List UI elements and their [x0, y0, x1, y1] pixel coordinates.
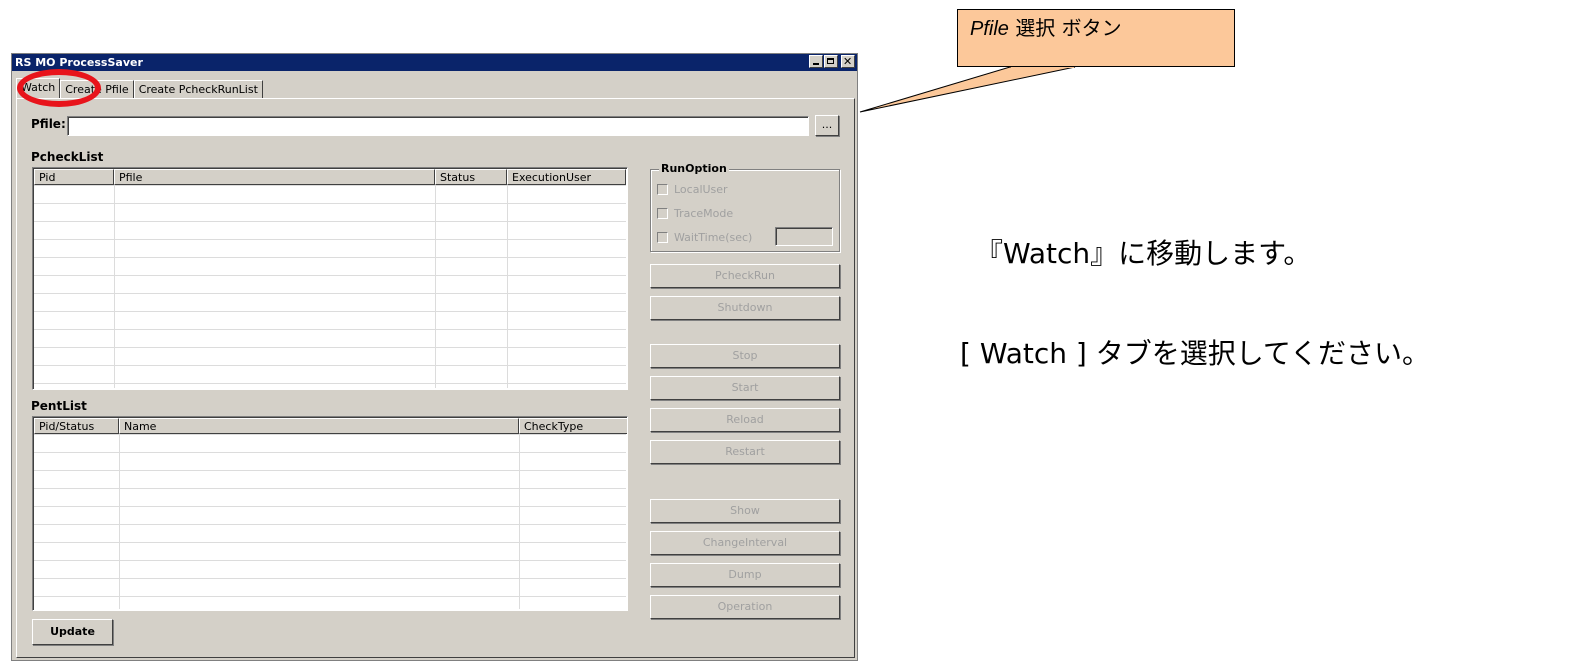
- callout-italic-text: Pfile: [970, 18, 1009, 40]
- callout-tail: [859, 66, 1076, 113]
- instruction-line-1: 『Watch』に移動します。: [975, 237, 1312, 270]
- instruction-line-2: [ Watch ] タブを選択してください。: [960, 337, 1431, 370]
- callout-text: 選択 ボタン: [1008, 16, 1122, 40]
- pfile-select-callout: Pfile 選択 ボタン: [957, 9, 1235, 67]
